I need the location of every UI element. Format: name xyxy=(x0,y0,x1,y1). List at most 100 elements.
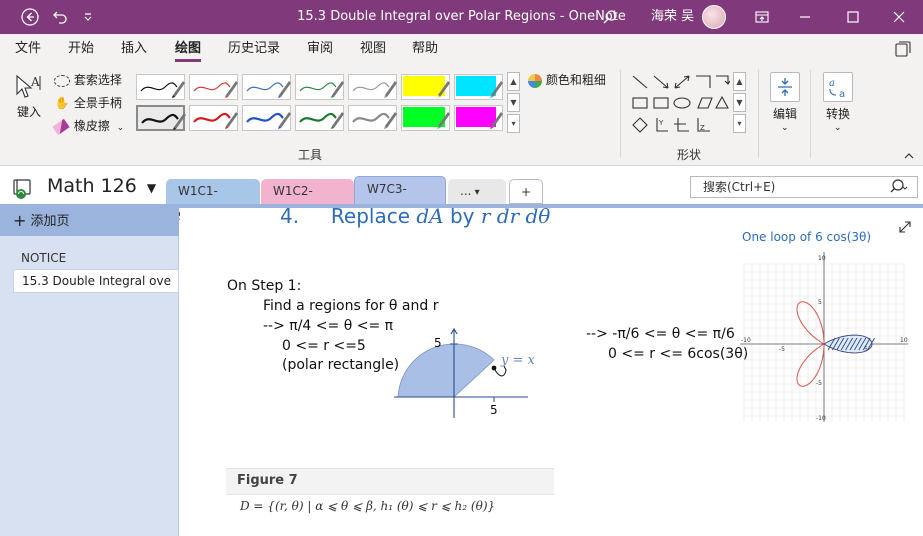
section-tab[interactable]: W1C1- 9.25 xyxy=(166,179,260,223)
right-line: --> -π/6 <= θ <= π/6 xyxy=(586,326,735,342)
edit-button[interactable] xyxy=(770,72,800,102)
pen-swatch[interactable] xyxy=(454,105,503,131)
section-tab[interactable]: W7C3- 11.8 xyxy=(354,176,446,221)
color-thickness-button[interactable]: 颜色和粗细 xyxy=(528,70,606,90)
collapse-ribbon-button[interactable] xyxy=(903,150,915,164)
pen-swatch[interactable] xyxy=(189,105,238,131)
polar-rectangle-sketch: 5 5 y = x xyxy=(394,327,536,418)
tab-draw[interactable]: 绘图 xyxy=(175,34,202,64)
pen-icon xyxy=(299,112,344,129)
rose-curve-graph: 10 -10 -10 10 5 -5 5 -5 xyxy=(740,252,908,422)
svg-text:A: A xyxy=(30,75,40,89)
avatar[interactable] xyxy=(702,5,726,29)
search-button[interactable] xyxy=(598,0,622,34)
tab-review[interactable]: 审阅 xyxy=(307,34,333,64)
hand-icon: ✋ xyxy=(54,96,70,110)
pen-icon xyxy=(246,81,291,98)
pen-icon xyxy=(299,81,344,98)
gallery-expand[interactable]: ▾ xyxy=(507,114,520,133)
tick-label: -5 xyxy=(816,380,822,387)
eraser-label: 橡皮擦 xyxy=(73,119,110,133)
title-bar: 15.3 Double Integral over Polar Regions … xyxy=(0,0,923,34)
heading-math-da: dA xyxy=(416,208,444,228)
eraser-button[interactable]: 橡皮擦 ⌄ xyxy=(52,116,124,136)
heading-by: by xyxy=(449,208,481,228)
pen-icon xyxy=(403,76,450,98)
section-heading[interactable]: NOTICE xyxy=(21,251,66,265)
pen-icon xyxy=(456,107,503,129)
tab-home[interactable]: 开始 xyxy=(68,34,94,64)
type-cursor-icon: A xyxy=(16,74,41,98)
add-page-button[interactable]: + 添加页 xyxy=(0,208,179,236)
back-button[interactable] xyxy=(18,0,42,34)
pen-swatch[interactable] xyxy=(401,105,450,131)
figure-header: Figure 7 xyxy=(226,469,554,495)
shapes-gallery[interactable]: Y Z xyxy=(630,72,731,137)
pen-swatch[interactable] xyxy=(401,74,450,100)
note-page[interactable]: 4. Replace dA by r dr dθ On Step 1: Find… xyxy=(180,208,923,536)
pen-swatch[interactable] xyxy=(136,74,185,100)
notebook-name-label: Math 126 xyxy=(47,175,137,197)
notebook-pane-button[interactable] xyxy=(895,41,911,60)
search-input[interactable]: 搜索(Ctrl+E) xyxy=(690,176,918,198)
tick-label: 5 xyxy=(818,299,822,306)
pen-icon xyxy=(403,107,450,129)
color-thickness-label: 颜色和粗细 xyxy=(545,73,606,87)
figure-7-image: Figure 7 D = {(r, θ) | α ⩽ θ ⩽ β, h₁ (θ)… xyxy=(226,468,554,532)
gallery-scroll-down[interactable]: ▼ xyxy=(507,93,520,112)
close-icon xyxy=(893,11,905,23)
pen-swatch[interactable] xyxy=(189,74,238,100)
quick-access-dropdown[interactable] xyxy=(78,0,98,34)
pan-label: 全景手柄 xyxy=(73,96,122,110)
pen-icon xyxy=(141,113,186,130)
heading-math-rdrdtheta: r dr dθ xyxy=(480,208,551,228)
section-tab-label: + xyxy=(520,185,532,199)
pen-swatch[interactable] xyxy=(348,74,397,100)
pen-swatch[interactable] xyxy=(295,74,344,100)
pen-swatch[interactable] xyxy=(295,105,344,131)
pen-icon xyxy=(246,112,291,129)
ribbon-display-button[interactable] xyxy=(750,0,774,34)
tab-file[interactable]: 文件 xyxy=(15,34,41,64)
tab-insert[interactable]: 插入 xyxy=(121,34,147,64)
minimize-button[interactable] xyxy=(790,0,820,34)
tab-history[interactable]: 历史记录 xyxy=(228,34,280,64)
user-name[interactable]: 海荣 吴 xyxy=(651,0,694,34)
pen-swatch[interactable] xyxy=(454,74,503,100)
pen-icon xyxy=(456,76,503,98)
pen-swatch[interactable] xyxy=(348,105,397,131)
tab-view[interactable]: 视图 xyxy=(360,34,386,64)
section-tab[interactable]: W1C2- 9.27 xyxy=(261,179,354,223)
tab-help[interactable]: 帮助 xyxy=(412,34,438,64)
add-section-tab[interactable]: + xyxy=(509,179,543,204)
eraser-icon xyxy=(52,118,70,135)
shapes-scroll-up[interactable]: ▲ xyxy=(733,72,746,91)
notebook-name[interactable]: Math 126 ▼ xyxy=(47,175,156,197)
expand-icon[interactable] xyxy=(898,220,912,237)
window-title: 15.3 Double Integral over Polar Regions … xyxy=(297,9,626,24)
pen-swatch[interactable] xyxy=(242,105,291,131)
type-button[interactable]: A xyxy=(14,72,44,105)
more-sections-tab[interactable]: ... ▾ xyxy=(448,179,506,204)
close-button[interactable] xyxy=(884,0,914,34)
pen-swatch[interactable] xyxy=(136,105,186,131)
maximize-button[interactable] xyxy=(838,0,868,34)
tick-label: 10 xyxy=(900,337,908,344)
pen-icon xyxy=(193,81,238,98)
chevron-down-icon: ⌄ xyxy=(781,123,789,133)
list-item[interactable]: 15.3 Double Integral ove xyxy=(13,269,179,293)
convert-button[interactable]: a a xyxy=(823,72,853,102)
pages-icon xyxy=(895,41,911,57)
shapes-expand[interactable]: ▾ xyxy=(733,114,746,133)
shapes-scroll-down[interactable]: ▼ xyxy=(733,93,746,112)
step-line: (polar rectangle) xyxy=(282,357,400,373)
gallery-scroll-up[interactable]: ▲ xyxy=(507,72,520,91)
ink-to-text-icon: a a xyxy=(829,78,845,100)
ribbon-tabs: 文件 开始 插入 绘图 历史记录 审阅 视图 帮助 xyxy=(0,34,923,64)
heading-text: Replace xyxy=(330,208,417,228)
undo-button[interactable] xyxy=(48,0,72,34)
lasso-select-button[interactable]: 套索选择 xyxy=(54,70,122,90)
pan-hand-button[interactable]: ✋ 全景手柄 xyxy=(54,93,122,113)
plus-icon: + xyxy=(13,211,27,230)
pen-swatch[interactable] xyxy=(242,74,291,100)
